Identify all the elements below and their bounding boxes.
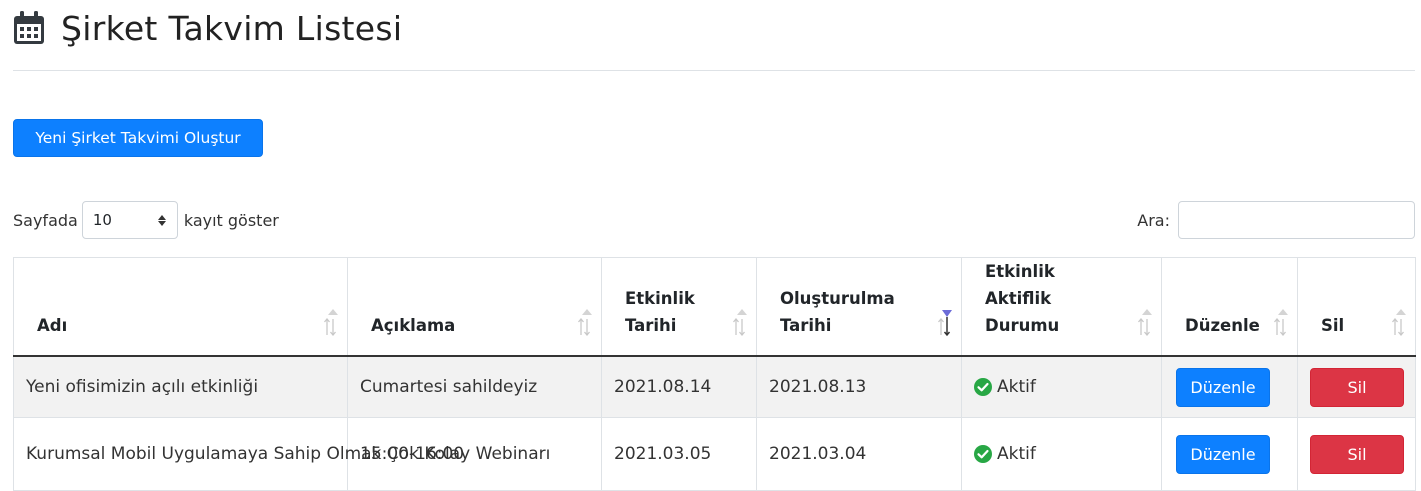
sort-icon xyxy=(324,309,338,337)
page-length-control: Sayfada 10 kayıt göster xyxy=(13,201,279,239)
search-control: Ara: xyxy=(1137,201,1415,239)
sort-icon xyxy=(1392,309,1406,337)
check-circle-icon xyxy=(974,378,992,396)
column-header-status[interactable]: Etkinlik Aktiflik Durumu xyxy=(961,257,1162,357)
search-input[interactable] xyxy=(1178,201,1415,239)
page-length-suffix: kayıt göster xyxy=(183,210,279,230)
edit-button[interactable]: Düzenle xyxy=(1176,434,1270,474)
cell-event-date: 2021.03.05 xyxy=(601,417,757,491)
column-header-label: Düzenle xyxy=(1185,316,1260,335)
cell-created-date: 2021.08.13 xyxy=(756,355,962,418)
check-circle-icon xyxy=(974,445,992,463)
column-header-label: Adı xyxy=(37,316,68,335)
cell-status: Aktif xyxy=(961,355,1162,418)
cell-status: Aktif xyxy=(961,417,1162,491)
status-badge: Aktif xyxy=(974,444,1149,464)
sort-active-icon xyxy=(938,310,952,337)
delete-button[interactable]: Sil xyxy=(1310,367,1404,407)
sort-icon xyxy=(578,309,592,337)
status-badge: Aktif xyxy=(974,377,1149,397)
column-header-delete[interactable]: Sil xyxy=(1297,257,1416,357)
edit-button[interactable]: Düzenle xyxy=(1176,367,1270,407)
cell-edit: Düzenle xyxy=(1161,417,1298,491)
cell-description: Cumartesi sahildeyiz xyxy=(347,355,602,418)
column-header-edit[interactable]: Düzenle xyxy=(1161,257,1298,357)
table-header-row: Adı Açıklama Etkinlik Tarihi Oluşturulma… xyxy=(13,257,1416,357)
column-header-event-date[interactable]: Etkinlik Tarihi xyxy=(601,257,757,357)
column-header-label: Etkinlik Tarihi xyxy=(625,289,695,335)
page-title: Şirket Takvim Listesi xyxy=(61,8,403,48)
column-header-label: Sil xyxy=(1321,316,1345,335)
sort-icon xyxy=(733,309,747,337)
cell-delete: Sil xyxy=(1297,355,1416,418)
cell-delete: Sil xyxy=(1297,417,1416,491)
page-header: Şirket Takvim Listesi xyxy=(13,8,402,48)
page-length-prefix: Sayfada xyxy=(13,210,78,230)
cell-edit: Düzenle xyxy=(1161,355,1298,418)
table-row: Kurumsal Mobil Uygulamaya Sahip Olmak Ço… xyxy=(13,417,1416,491)
cell-created-date: 2021.03.04 xyxy=(756,417,962,491)
header-divider xyxy=(13,70,1415,71)
page-length-value: 10 xyxy=(92,211,112,229)
select-arrows-icon xyxy=(157,214,166,226)
cell-event-date: 2021.08.14 xyxy=(601,355,757,418)
cell-name: Kurumsal Mobil Uygulamaya Sahip Olmak Ço… xyxy=(13,417,550,491)
sort-icon xyxy=(1138,309,1152,337)
search-label: Ara: xyxy=(1137,210,1170,230)
page-length-select[interactable]: 10 xyxy=(81,201,178,239)
cell-name: Yeni ofisimizin açılı etkinliği xyxy=(13,355,348,418)
create-company-calendar-button[interactable]: Yeni Şirket Takvimi Oluştur xyxy=(13,119,263,157)
delete-button[interactable]: Sil xyxy=(1310,434,1404,474)
column-header-name[interactable]: Adı xyxy=(13,257,348,357)
company-calendar-table: Adı Açıklama Etkinlik Tarihi Oluşturulma… xyxy=(13,257,1416,491)
column-header-description[interactable]: Açıklama xyxy=(347,257,602,357)
column-header-label: Oluşturulma Tarihi xyxy=(780,289,895,335)
status-text: Aktif xyxy=(997,444,1036,464)
calendar-icon xyxy=(14,11,44,44)
table-row: Yeni ofisimizin açılı etkinliği Cumartes… xyxy=(13,355,1416,418)
column-header-created-date[interactable]: Oluşturulma Tarihi xyxy=(756,257,962,357)
column-header-label: Etkinlik Aktiflik Durumu xyxy=(985,262,1060,335)
sort-icon xyxy=(1274,309,1288,337)
status-text: Aktif xyxy=(997,377,1036,397)
column-header-label: Açıklama xyxy=(371,316,456,335)
